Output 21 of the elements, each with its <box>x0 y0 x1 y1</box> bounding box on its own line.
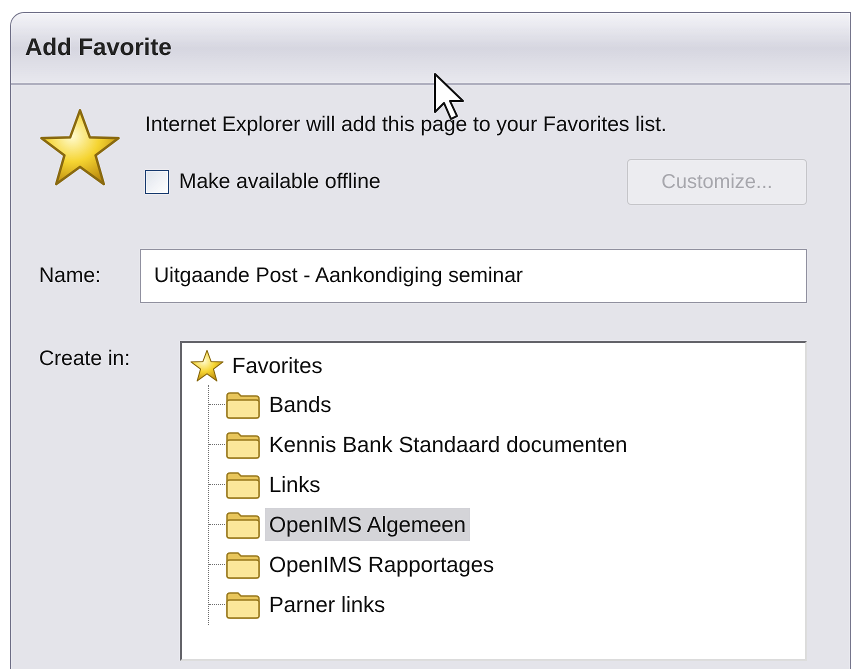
folder-icon <box>225 390 261 420</box>
create-in-label: Create in: <box>39 346 132 372</box>
folder-icon <box>225 510 261 540</box>
tree-item[interactable]: OpenIMS Rapportages <box>265 548 498 581</box>
tree-item[interactable]: Links <box>265 468 324 501</box>
tree-item[interactable]: OpenIMS Algemeen <box>265 508 470 541</box>
star-icon <box>190 348 224 382</box>
tree-item[interactable]: Parner links <box>265 588 390 621</box>
name-field[interactable]: Uitgaande Post - Aankondiging seminar <box>140 248 807 302</box>
tree-item[interactable]: Bands <box>265 388 336 421</box>
tree-item[interactable]: Favorites <box>228 349 326 382</box>
folder-icon <box>225 470 261 500</box>
checkbox-label: Make available offline <box>179 168 381 195</box>
offline-checkbox[interactable] <box>145 170 169 194</box>
folder-icon <box>225 550 261 580</box>
tree-item[interactable]: Kennis Bank Standaard documenten <box>265 428 632 461</box>
name-label: Name: <box>39 262 102 289</box>
folder-icon <box>225 430 261 460</box>
folder-icon <box>225 590 261 620</box>
info-message: Internet Explorer will add this page to your Favorites list. <box>145 112 668 138</box>
window-title: Add Favorite <box>25 33 172 63</box>
